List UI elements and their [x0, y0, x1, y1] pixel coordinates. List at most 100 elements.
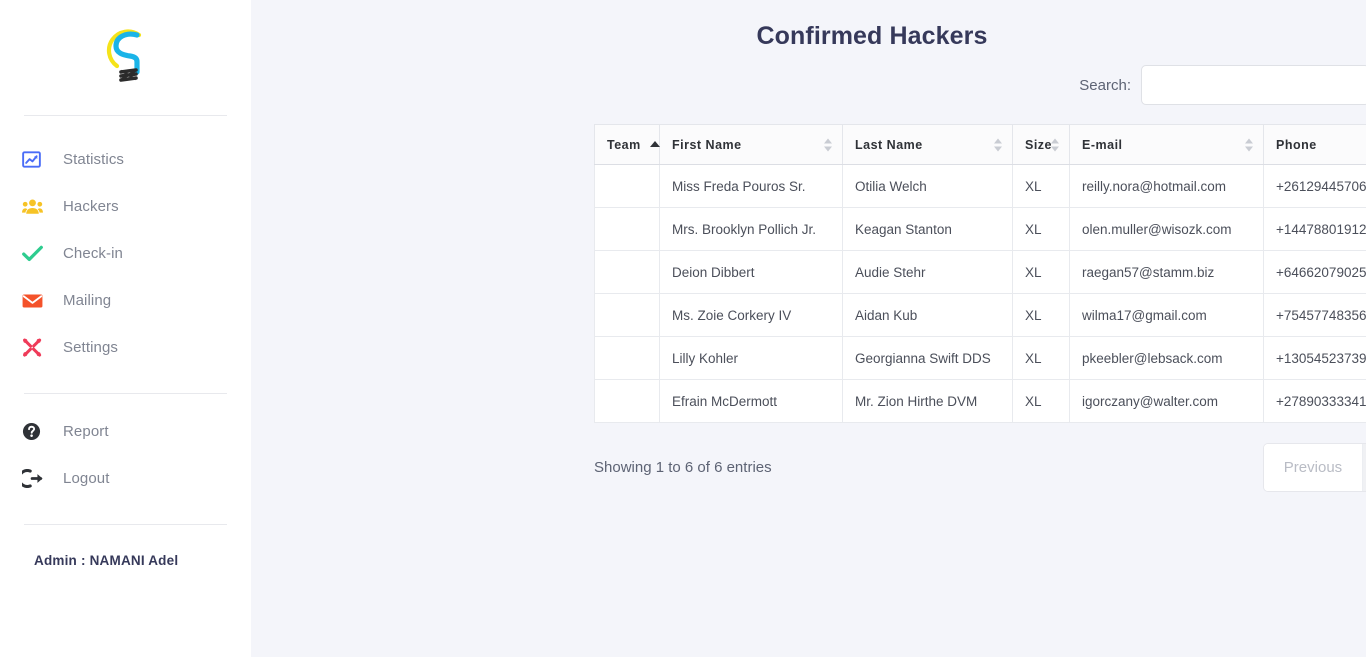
- table-footer: Showing 1 to 6 of 6 entries Previous 1 N…: [594, 443, 1366, 492]
- cell-team: [594, 293, 660, 337]
- cell-last-name: Georgianna Swift DDS: [842, 336, 1013, 380]
- hackers-table: Team First Name Last Name Size E-mail Ph…: [594, 124, 1366, 423]
- cell-size: XL: [1012, 207, 1070, 251]
- sidebar-item-settings[interactable]: Settings: [0, 324, 251, 371]
- sidebar: Statistics Hackers Check-in Mailing Sett…: [0, 0, 251, 657]
- sidebar-item-label: Check-in: [63, 245, 123, 262]
- cell-phone: +2789033334180: [1263, 379, 1366, 423]
- column-header-last-name[interactable]: Last Name: [842, 124, 1013, 165]
- cell-first-name: Ms. Zoie Corkery IV: [659, 293, 843, 337]
- column-label: E-mail: [1082, 137, 1123, 152]
- sidebar-item-mailing[interactable]: Mailing: [0, 277, 251, 324]
- sign-out-icon: [22, 469, 52, 488]
- sidebar-item-label: Statistics: [63, 151, 125, 168]
- cell-last-name: Keagan Stanton: [842, 207, 1013, 251]
- sort-both-icon: [994, 138, 1003, 151]
- column-label: Size: [1025, 137, 1053, 152]
- column-label: Team: [607, 137, 641, 152]
- table-row: Mrs. Brooklyn Pollich Jr. Keagan Stanton X…: [594, 207, 1366, 251]
- table-head: Team First Name Last Name Size E-mail Ph…: [594, 124, 1366, 165]
- sort-both-icon: [1245, 138, 1254, 151]
- cell-first-name: Efrain McDermott: [659, 379, 843, 423]
- cell-last-name: Mr. Zion Hirthe DVM: [842, 379, 1013, 423]
- cell-email: pkeebler@lebsack.com: [1069, 336, 1264, 380]
- sidebar-item-label: Settings: [63, 339, 118, 356]
- sidebar-item-logout[interactable]: Logout: [0, 455, 251, 502]
- cell-size: XL: [1012, 164, 1070, 208]
- sort-ascending-icon: [649, 141, 660, 148]
- sidebar-item-statistics[interactable]: Statistics: [0, 136, 251, 183]
- cell-size: XL: [1012, 336, 1070, 380]
- sidebar-item-label: Mailing: [63, 292, 112, 309]
- chart-icon: [22, 150, 52, 169]
- column-header-email[interactable]: E-mail: [1069, 124, 1264, 165]
- users-icon: [22, 197, 52, 216]
- search-row: Search:: [251, 65, 1366, 105]
- admin-user-label: Admin : NAMANI Adel: [34, 553, 179, 568]
- column-label: First Name: [672, 137, 742, 152]
- cell-size: XL: [1012, 250, 1070, 294]
- cell-first-name: Miss Freda Pouros Sr.: [659, 164, 843, 208]
- main-content: Confirmed Hackers Search: Team First Nam…: [251, 0, 1366, 657]
- table-row: Efrain McDermott Mr. Zion Hirthe DVM XL igo…: [594, 379, 1366, 423]
- lightbulb-logo: [106, 28, 141, 82]
- pagination: Previous 1 Next: [1262, 443, 1366, 492]
- sidebar-divider-bottom: [24, 524, 227, 525]
- column-header-team[interactable]: Team: [594, 124, 660, 165]
- sort-both-icon: [824, 138, 833, 151]
- column-header-phone[interactable]: Phone: [1263, 124, 1366, 165]
- sidebar-item-hackers[interactable]: Hackers: [0, 183, 251, 230]
- cell-first-name: Deion Dibbert: [659, 250, 843, 294]
- cell-team: [594, 336, 660, 380]
- tools-icon: [22, 338, 52, 357]
- sidebar-item-report[interactable]: Report: [0, 408, 251, 455]
- table-header-row: Team First Name Last Name Size E-mail Ph…: [594, 124, 1366, 165]
- cell-email: raegan57@stamm.biz: [1069, 250, 1264, 294]
- hackers-table-container: Team First Name Last Name Size E-mail Ph…: [594, 124, 1366, 423]
- cell-last-name: Aidan Kub: [842, 293, 1013, 337]
- cell-size: XL: [1012, 379, 1070, 423]
- cell-first-name: Mrs. Brooklyn Pollich Jr.: [659, 207, 843, 251]
- column-header-first-name[interactable]: First Name: [659, 124, 843, 165]
- cell-phone: +7545774835606: [1263, 293, 1366, 337]
- table-row: Miss Freda Pouros Sr. Otilia Welch XL reill…: [594, 164, 1366, 208]
- table-row: Lilly Kohler Georgianna Swift DDS XL pkeebl…: [594, 336, 1366, 380]
- column-header-size[interactable]: Size: [1012, 124, 1070, 165]
- sidebar-primary-nav: Statistics Hackers Check-in Mailing Sett…: [0, 116, 251, 371]
- question-circle-icon: [22, 422, 52, 441]
- cell-last-name: Audie Stehr: [842, 250, 1013, 294]
- search-input[interactable]: [1141, 65, 1366, 105]
- cell-team: [594, 250, 660, 294]
- sidebar-item-label: Report: [63, 423, 109, 440]
- sidebar-secondary-nav: Report Logout: [0, 394, 251, 502]
- app-root: Statistics Hackers Check-in Mailing Sett…: [0, 0, 1366, 657]
- cell-first-name: Lilly Kohler: [659, 336, 843, 380]
- envelope-icon: [22, 293, 52, 309]
- cell-last-name: Otilia Welch: [842, 164, 1013, 208]
- cell-size: XL: [1012, 293, 1070, 337]
- cell-phone: +1305452373989: [1263, 336, 1366, 380]
- sidebar-item-label: Hackers: [63, 198, 119, 215]
- sidebar-item-check-in[interactable]: Check-in: [0, 230, 251, 277]
- pagination-previous[interactable]: Previous: [1263, 444, 1364, 491]
- search-label: Search:: [1079, 76, 1131, 94]
- cell-team: [594, 379, 660, 423]
- cell-email: igorczany@walter.com: [1069, 379, 1264, 423]
- entries-info: Showing 1 to 6 of 6 entries: [594, 459, 772, 476]
- page-title: Confirmed Hackers: [756, 22, 988, 50]
- cell-email: wilma17@gmail.com: [1069, 293, 1264, 337]
- table-body: Miss Freda Pouros Sr. Otilia Welch XL reill…: [594, 164, 1366, 423]
- cell-team: [594, 207, 660, 251]
- cell-email: olen.muller@wisozk.com: [1069, 207, 1264, 251]
- column-label: Last Name: [855, 137, 923, 152]
- sort-both-icon: [1051, 138, 1060, 151]
- check-icon: [22, 244, 52, 263]
- sidebar-item-label: Logout: [63, 470, 110, 487]
- logo-container[interactable]: [0, 0, 251, 115]
- cell-phone: +1447880191223: [1263, 207, 1366, 251]
- cell-phone: +2612944570654: [1263, 164, 1366, 208]
- table-row: Deion Dibbert Audie Stehr XL raegan57@stamm…: [594, 250, 1366, 294]
- column-label: Phone: [1276, 137, 1317, 152]
- cell-email: reilly.nora@hotmail.com: [1069, 164, 1264, 208]
- table-row: Ms. Zoie Corkery IV Aidan Kub XL wilma17@gm…: [594, 293, 1366, 337]
